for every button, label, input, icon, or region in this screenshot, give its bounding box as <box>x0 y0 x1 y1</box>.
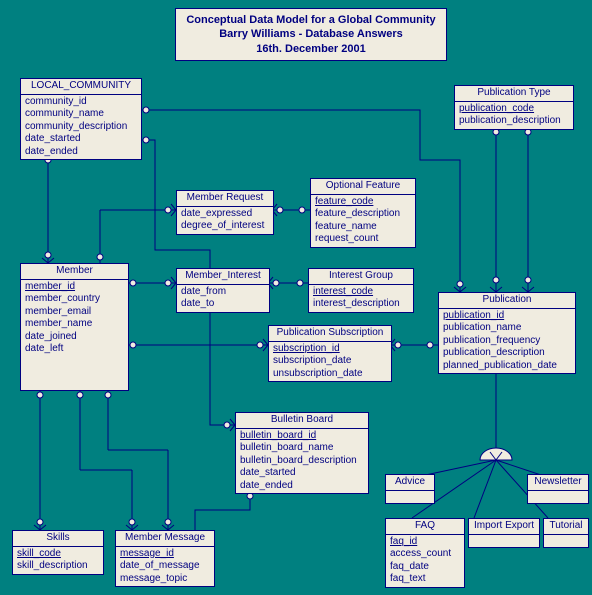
entity-publication-subscription: Publication Subscription subscription_id… <box>268 325 392 382</box>
entity-newsletter: Newsletter <box>527 474 589 504</box>
entity-tutorial: Tutorial <box>543 518 589 548</box>
entity-member-interest: Member_Interest date_from date_to <box>176 268 270 313</box>
entity-member-request: Member Request date_expressed degree_of_… <box>176 190 274 235</box>
diagram-title: Conceptual Data Model for a Global Commu… <box>175 8 447 61</box>
entity-advice: Advice <box>385 474 435 504</box>
entity-skills: Skills skill_code skill_description <box>12 530 104 575</box>
title-line1: Conceptual Data Model for a Global Commu… <box>186 13 436 27</box>
entity-bulletin-board: Bulletin Board bulletin_board_id bulleti… <box>235 412 369 494</box>
entity-publication: Publication publication_id publication_n… <box>438 292 576 374</box>
title-line3: 16th. December 2001 <box>186 42 436 56</box>
entity-optional-feature: Optional Feature feature_code feature_de… <box>310 178 416 248</box>
entity-faq: FAQ faq_id access_count faq_date faq_tex… <box>385 518 465 588</box>
entity-member-message: Member Message message_id date_of_messag… <box>115 530 215 587</box>
diagram-canvas: Conceptual Data Model for a Global Commu… <box>0 0 592 595</box>
entity-local-community: LOCAL_COMMUNITY community_id community_n… <box>20 78 142 160</box>
entity-publication-type: Publication Type publication_code public… <box>454 85 574 130</box>
entity-header: LOCAL_COMMUNITY <box>21 79 141 95</box>
title-line2: Barry Williams - Database Answers <box>186 27 436 41</box>
entity-interest-group: Interest Group interest_code interest_de… <box>308 268 414 313</box>
entity-member: Member member_id member_country member_e… <box>20 263 129 391</box>
entity-import-export: Import Export <box>468 518 540 548</box>
